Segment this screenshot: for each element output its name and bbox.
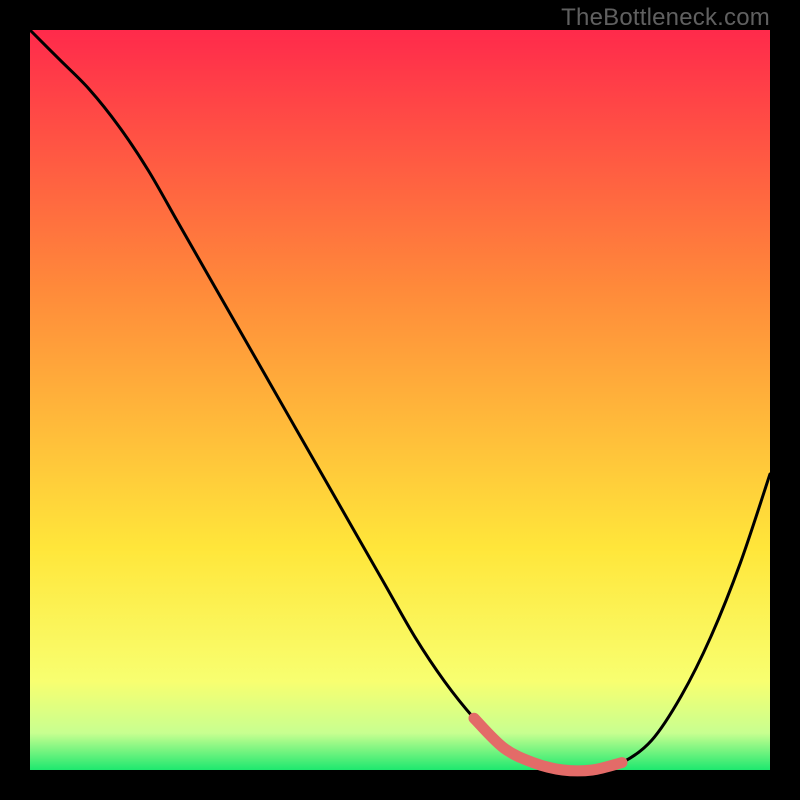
- curve-layer: [30, 30, 770, 770]
- highlight-segment: [474, 718, 622, 771]
- watermark-text: TheBottleneck.com: [561, 4, 770, 32]
- bottleneck-curve: [30, 30, 770, 771]
